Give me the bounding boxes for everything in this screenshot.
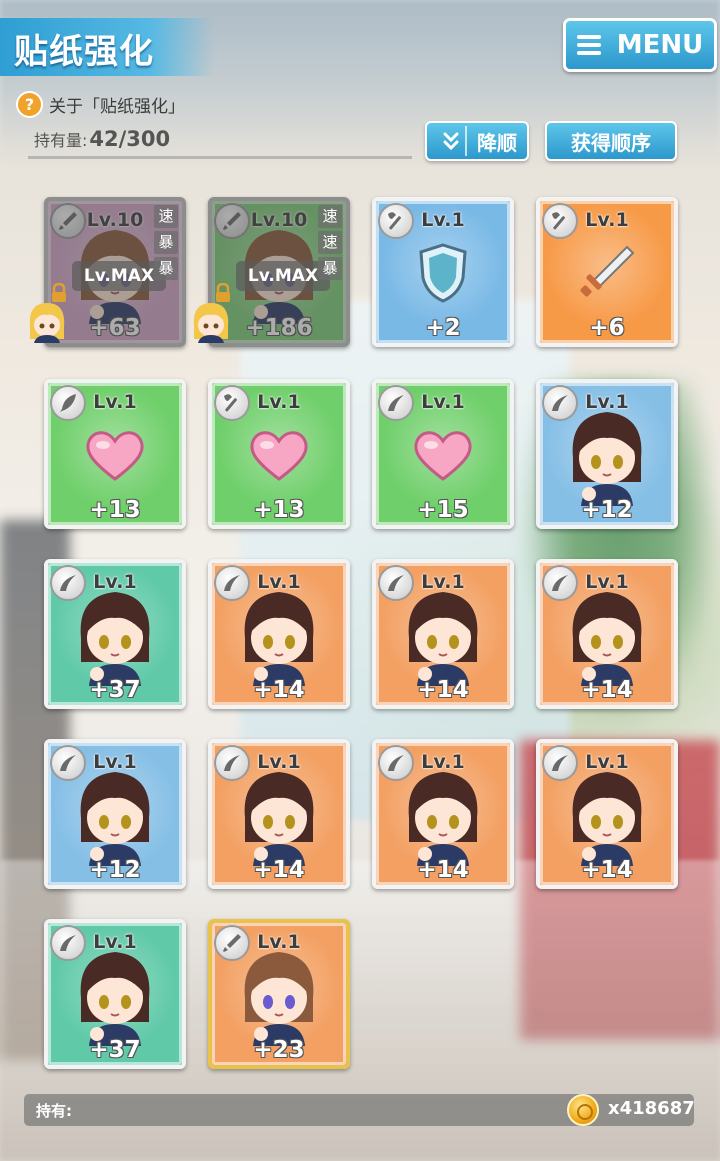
owned-label: 持有: [36,1102,72,1120]
sticker-bonus: +6 [589,315,625,341]
divider [28,156,412,159]
sticker-bonus: +37 [89,1037,141,1063]
sticker-art-heart [83,427,147,487]
sticker-art-heart [247,427,311,487]
sticker-level: Lv.1 [257,391,301,413]
sticker-bonus: +14 [253,677,305,703]
sticker-bonus: +37 [89,677,141,703]
question-icon: ? [16,91,43,118]
sort-down-icon [437,126,467,156]
sticker-card[interactable]: Lv.1 +13 [208,379,350,529]
sticker-bonus: +15 [417,497,469,523]
sort-order-label: 降顺 [477,130,517,155]
sticker-bonus: +14 [581,677,633,703]
page-title: 贴纸强化 [0,18,214,76]
sticker-card[interactable]: Lv.1 +14 [536,739,678,889]
sticker-bonus: +14 [417,857,469,883]
sticker-level: Lv.1 [93,391,137,413]
sticker-level: Lv.1 [421,209,465,231]
max-level-badge: Lv.MAX [72,261,166,291]
sticker-bonus: +12 [89,857,141,883]
sticker-art-girl-dark [231,762,327,872]
sticker-card[interactable]: Lv.1 +2 [372,197,514,347]
sticker-level: Lv.1 [585,571,629,593]
sticker-card[interactable]: Lv.1 +37 [44,559,186,709]
sticker-bonus: +14 [581,857,633,883]
sticker-level: Lv.1 [421,391,465,413]
sticker-card[interactable]: Lv.1 +12 [44,739,186,889]
skill-tag: 速 [318,205,342,228]
sticker-art-heart [411,427,475,487]
menu-button[interactable]: MENU [563,18,717,72]
sticker-card[interactable]: Lv.1 +12 [536,379,678,529]
sticker-level: Lv.1 [421,571,465,593]
sticker-art-girl-dark [395,582,491,692]
sort-mode-button[interactable]: 获得顺序 [545,121,677,161]
skill-tag: 暴 [154,231,178,254]
sticker-level: Lv.1 [257,571,301,593]
sticker-card[interactable]: Lv.1 +14 [208,559,350,709]
sticker-art-girl-dark [559,402,655,512]
sticker-bonus: +12 [581,497,633,523]
sticker-level: Lv.1 [585,209,629,231]
sticker-art-shield [417,242,469,308]
equipped-character-avatar [190,299,232,343]
sticker-bonus: +2 [425,315,461,341]
sticker-level: Lv.1 [585,751,629,773]
sticker-bonus: +13 [253,497,305,523]
currency-bar: 持有: x418687 [24,1094,695,1126]
skill-tags: 速暴暴 [154,205,178,280]
holdings-count: 持有量:42/300 [34,127,170,151]
help-text: 关于「贴纸强化」 [49,97,185,117]
skill-tag: 暴 [154,257,178,280]
skill-tag: 速 [318,231,342,254]
skill-tags: 速速暴 [318,205,342,280]
sticker-card[interactable]: Lv.1 +14 [372,739,514,889]
holdings-label: 持有量: [34,131,88,150]
sticker-art-girl-dark [67,942,163,1052]
sticker-level: Lv.1 [421,751,465,773]
coin-icon [567,1094,599,1126]
sticker-art-girl-dark [559,582,655,692]
sticker-bonus: +23 [253,1037,305,1063]
equipped-character-avatar [26,299,68,343]
hamburger-icon [576,35,601,55]
sticker-bonus: +14 [417,677,469,703]
sticker-level: Lv.1 [257,931,301,953]
sticker-card[interactable]: Lv.1 +23 [208,919,350,1069]
coin-count: x418687 [608,1098,695,1119]
sticker-art-sword [575,241,639,309]
skill-tag: 暴 [318,257,342,280]
sticker-card[interactable]: Lv.1 +15 [372,379,514,529]
sticker-level: Lv.1 [257,751,301,773]
skill-tag: 速 [154,205,178,228]
sticker-level: Lv.1 [585,391,629,413]
sticker-art-girl-dark [395,762,491,872]
sticker-card[interactable]: Lv.1 +14 [208,739,350,889]
sticker-card[interactable]: Lv.1 +13 [44,379,186,529]
sticker-card[interactable]: Lv.1 +14 [536,559,678,709]
sticker-level: Lv.1 [93,931,137,953]
sort-order-button[interactable]: 降顺 [425,121,529,161]
sticker-art-girl-dark [231,582,327,692]
sticker-level: Lv.1 [93,571,137,593]
sticker-card[interactable]: Lv.1 +6 [536,197,678,347]
max-level-badge: Lv.MAX [236,261,330,291]
sticker-art-girl-brown [231,942,327,1052]
holdings-value: 42/300 [89,127,171,151]
sticker-card[interactable]: Lv.1 +14 [372,559,514,709]
sticker-bonus: +13 [89,497,141,523]
help-link[interactable]: ? 关于「贴纸强化」 [16,91,185,118]
sticker-level: Lv.1 [93,751,137,773]
sticker-art-girl-dark [67,582,163,692]
sticker-card[interactable]: Lv.1 +37 [44,919,186,1069]
menu-label: MENU [616,30,704,60]
sticker-art-girl-dark [67,762,163,872]
sticker-bonus: +14 [253,857,305,883]
sticker-art-girl-dark [559,762,655,872]
